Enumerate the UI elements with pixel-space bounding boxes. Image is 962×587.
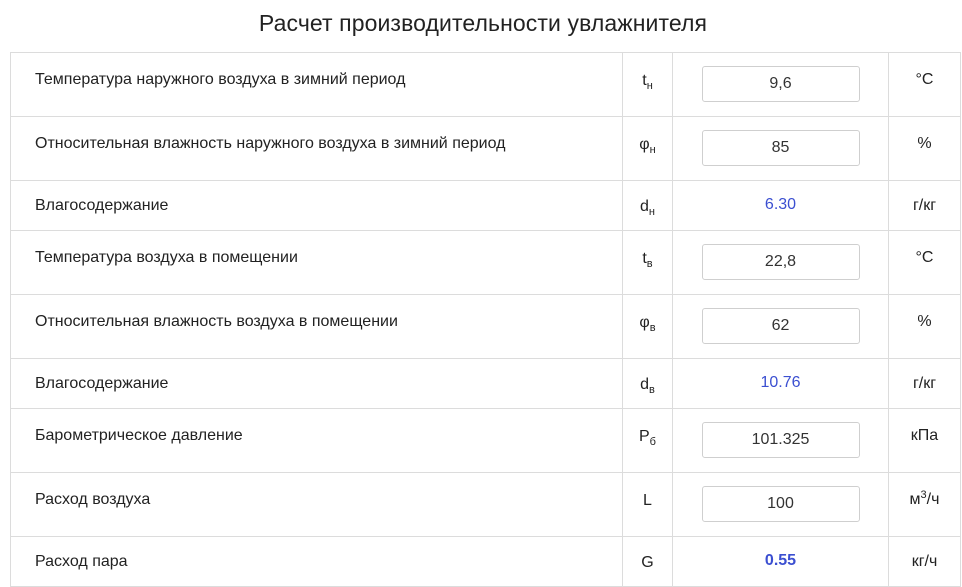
row-label: Расход воздуха	[10, 472, 623, 537]
table-row: Расход пара G 0.55 кг/ч	[10, 536, 961, 587]
row-unit: °C	[888, 52, 961, 117]
row-symbol: L	[622, 472, 673, 537]
table-row: Барометрическое давление Pб кПа	[10, 408, 961, 473]
row-unit: %	[888, 294, 961, 359]
row-label: Влагосодержание	[10, 180, 623, 231]
row-symbol: Pб	[622, 408, 673, 473]
outdoor-humidity-input[interactable]	[701, 130, 860, 166]
table-row: Расход воздуха L м3/ч	[10, 472, 961, 537]
table-row: Относительная влажность воздуха в помеще…	[10, 294, 961, 359]
row-unit: г/кг	[888, 180, 961, 231]
steam-flow-result: 0.55	[764, 552, 797, 569]
row-unit: %	[888, 116, 961, 181]
row-unit: °C	[888, 230, 961, 295]
row-label: Относительная влажность воздуха в помеще…	[10, 294, 623, 359]
indoor-temperature-input[interactable]	[701, 244, 860, 280]
page-title: Расчет производительности увлажнителя	[258, 10, 708, 36]
humidifier-calc-table: Температура наружного воздуха в зимний п…	[10, 52, 961, 587]
table-row: Влагосодержание dн 6.30 г/кг	[10, 180, 961, 231]
row-label: Температура наружного воздуха в зимний п…	[10, 52, 623, 117]
row-symbol: G	[622, 536, 673, 587]
indoor-humidity-input[interactable]	[701, 308, 860, 344]
row-label: Относительная влажность наружного воздух…	[10, 116, 623, 181]
row-label: Температура воздуха в помещении	[10, 230, 623, 295]
outdoor-temperature-input[interactable]	[701, 66, 860, 102]
table-row: Температура воздуха в помещении tв °C	[10, 230, 961, 295]
table-row: Относительная влажность наружного воздух…	[10, 116, 961, 181]
row-symbol: tв	[622, 230, 673, 295]
row-unit: м3/ч	[888, 472, 961, 537]
row-label: Барометрическое давление	[10, 408, 623, 473]
row-unit: г/кг	[888, 358, 961, 409]
row-symbol: dн	[622, 180, 673, 231]
indoor-moisture-content-value: 10.76	[760, 374, 801, 391]
row-label: Влагосодержание	[10, 358, 623, 409]
outdoor-moisture-content-value: 6.30	[764, 196, 797, 213]
row-label: Расход пара	[10, 536, 623, 587]
row-symbol: tн	[622, 52, 673, 117]
barometric-pressure-input[interactable]	[701, 422, 860, 458]
row-symbol: φв	[622, 294, 673, 359]
row-unit: кг/ч	[888, 536, 961, 587]
row-symbol: dв	[622, 358, 673, 409]
table-row: Влагосодержание dв 10.76 г/кг	[10, 358, 961, 409]
air-flow-input[interactable]	[701, 486, 860, 522]
table-row: Температура наружного воздуха в зимний п…	[10, 52, 961, 117]
row-symbol: φн	[622, 116, 673, 181]
row-unit: кПа	[888, 408, 961, 473]
